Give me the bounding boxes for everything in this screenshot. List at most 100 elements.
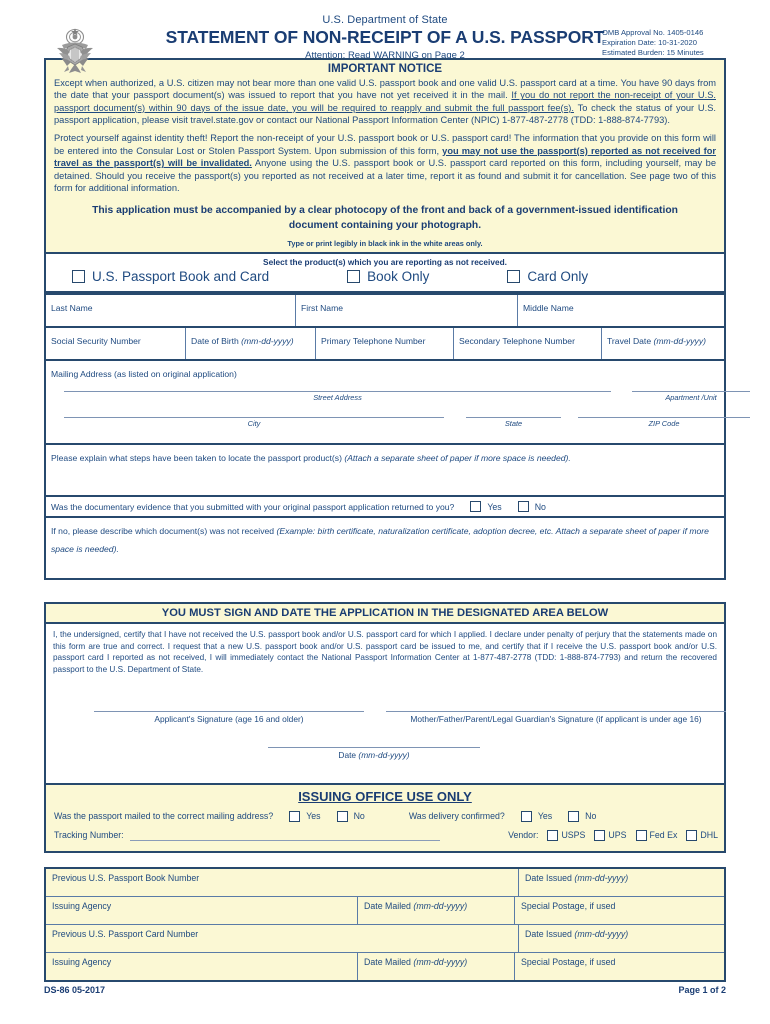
photocopy-line-1: This application must be accompanied by … bbox=[92, 205, 678, 217]
cell-book-special-postage[interactable]: Special Postage, if used bbox=[514, 896, 724, 924]
field-middle-name[interactable]: Middle Name bbox=[517, 295, 724, 327]
section-spacer-2 bbox=[0, 853, 770, 867]
omb-info-block: OMB Approval No. 1405-0146 Expiration Da… bbox=[602, 28, 762, 58]
vendor-option-ups[interactable]: UPS bbox=[594, 829, 627, 841]
checkbox-card-only[interactable] bbox=[507, 270, 521, 284]
us-department-of-state-seal-icon bbox=[52, 26, 98, 76]
tracking-number-label: Tracking Number: bbox=[54, 830, 124, 841]
cell-book-date-mailed[interactable]: Date Mailed (mm-dd-yyyy) bbox=[357, 896, 514, 924]
delivery-yes-option[interactable]: Yes bbox=[520, 810, 552, 822]
cell-label: Date Issued bbox=[525, 928, 575, 939]
delivery-no-option[interactable]: No bbox=[568, 810, 596, 822]
omb-approval-number: OMB Approval No. 1405-0146 bbox=[602, 28, 704, 37]
cell-previous-card-number[interactable]: Previous U.S. Passport Card Number bbox=[46, 925, 518, 952]
name-field-row: Last Name First Name Middle Name bbox=[46, 293, 724, 327]
field-label: Travel Date bbox=[607, 336, 654, 347]
evidence-yes-option[interactable]: Yes bbox=[470, 501, 502, 513]
field-travel-date[interactable]: Travel Date (mm-dd-yyyy) bbox=[601, 328, 724, 360]
cell-format-hint: (mm-dd-yyyy) bbox=[574, 928, 629, 939]
mailed-no-option[interactable]: No bbox=[336, 810, 365, 822]
issuing-office-box: ISSUING OFFICE USE ONLY Was the passport… bbox=[44, 784, 726, 853]
checkbox-mailed-no[interactable] bbox=[336, 810, 348, 822]
field-label: Primary Telephone Number bbox=[321, 336, 426, 347]
evidence-no-option[interactable]: No bbox=[517, 501, 546, 513]
checkbox-vendor-fedex[interactable] bbox=[635, 829, 647, 841]
date-caption: Date (mm-dd-yyyy) bbox=[268, 750, 480, 760]
checkbox-vendor-usps[interactable] bbox=[547, 829, 559, 841]
certification-statement: I, the undersigned, certify that I have … bbox=[53, 630, 717, 674]
applicant-signature-line[interactable] bbox=[94, 710, 364, 712]
field-steps-taken[interactable]: Please explain what steps have been take… bbox=[46, 443, 724, 495]
field-zip-code[interactable]: ZIP Code bbox=[578, 417, 750, 428]
field-social-security-number[interactable]: Social Security Number bbox=[46, 328, 185, 359]
omb-expiration-date: Expiration Date: 10-31-2020 bbox=[602, 38, 697, 48]
evidence-no-label: No bbox=[534, 501, 546, 512]
vendor-option-usps[interactable]: USPS bbox=[547, 829, 585, 841]
mailing-address-label: Mailing Address (as listed on original a… bbox=[51, 369, 237, 380]
field-label: Last Name bbox=[51, 303, 93, 314]
cell-book-date-issued[interactable]: Date Issued (mm-dd-yyyy) bbox=[518, 868, 724, 896]
passport-records-table: Previous U.S. Passport Book Number Date … bbox=[44, 866, 726, 982]
checkbox-evidence-no[interactable] bbox=[517, 501, 529, 513]
vendor-option-fedex[interactable]: Fed Ex bbox=[635, 829, 677, 841]
product-option-card-only[interactable]: Card Only bbox=[507, 269, 588, 284]
page-footer: DS-86 05-2017 Page 1 of 2 bbox=[44, 985, 726, 995]
applicant-signature-caption: Applicant's Signature (age 16 and older) bbox=[154, 713, 304, 724]
mailed-yes-option[interactable]: Yes bbox=[289, 810, 321, 822]
cell-label: Issuing Agency bbox=[52, 900, 112, 911]
applicant-fields-box: Last Name First Name Middle Name Social … bbox=[44, 293, 750, 581]
field-label: Date of Birth bbox=[191, 336, 242, 347]
apartment-rule bbox=[632, 391, 750, 393]
field-secondary-telephone[interactable]: Secondary Telephone Number bbox=[453, 328, 601, 360]
date-line[interactable] bbox=[268, 746, 480, 748]
cell-label: Date Mailed bbox=[364, 900, 414, 911]
table-row: Issuing Agency Date Mailed (mm-dd-yyyy) … bbox=[46, 895, 724, 925]
product-option-book-and-card[interactable]: U.S. Passport Book and Card bbox=[72, 269, 269, 284]
checkbox-book-only[interactable] bbox=[347, 270, 361, 284]
field-state[interactable]: State bbox=[466, 417, 561, 428]
cell-previous-book-number[interactable]: Previous U.S. Passport Book Number bbox=[46, 869, 518, 896]
department-name: U.S. Department of State bbox=[322, 14, 448, 26]
field-apartment-unit[interactable]: Apartment /Unit bbox=[632, 391, 750, 402]
cell-book-issuing-agency[interactable]: Issuing Agency bbox=[46, 897, 357, 924]
form-header: U.S. Department of State STATEMENT OF NO… bbox=[0, 0, 770, 73]
product-select-instruction: Select the product(s) which you are repo… bbox=[263, 257, 507, 268]
cell-card-date-issued[interactable]: Date Issued (mm-dd-yyyy) bbox=[518, 924, 724, 952]
checkbox-vendor-ups[interactable] bbox=[594, 829, 606, 841]
city-rule bbox=[64, 417, 444, 419]
cell-card-special-postage[interactable]: Special Postage, if used bbox=[514, 952, 724, 980]
documentary-evidence-question: Was the documentary evidence that you su… bbox=[51, 501, 455, 512]
mailed-yes-label: Yes bbox=[306, 811, 321, 822]
street-address-caption: Street Address bbox=[313, 393, 362, 403]
checkbox-vendor-dhl[interactable] bbox=[686, 829, 698, 841]
field-date-of-birth[interactable]: Date of Birth (mm-dd-yyyy) bbox=[185, 328, 315, 360]
field-last-name[interactable]: Last Name bbox=[46, 295, 295, 326]
mailing-address-confirmation-row: Was the passport mailed to the correct m… bbox=[46, 807, 724, 824]
page-number: Page 1 of 2 bbox=[678, 984, 726, 995]
field-missing-documents[interactable]: If no, please describe which document(s)… bbox=[46, 516, 724, 578]
cell-card-issuing-agency[interactable]: Issuing Agency bbox=[46, 953, 357, 980]
product-select-box: Select the product(s) which you are repo… bbox=[44, 254, 726, 294]
date-caption-text: Date bbox=[338, 749, 359, 760]
steps-taken-label: Please explain what steps have been take… bbox=[51, 453, 345, 464]
photocopy-line-2: document containing your photograph. bbox=[288, 219, 482, 231]
checkbox-mailed-yes[interactable] bbox=[289, 810, 301, 822]
product-option-book-only[interactable]: Book Only bbox=[347, 269, 429, 284]
checkbox-delivery-yes[interactable] bbox=[520, 810, 532, 822]
field-primary-telephone[interactable]: Primary Telephone Number bbox=[315, 328, 453, 360]
vendor-option-dhl[interactable]: DHL bbox=[686, 829, 718, 841]
cell-card-date-mailed[interactable]: Date Mailed (mm-dd-yyyy) bbox=[357, 952, 514, 980]
product-select-row: U.S. Passport Book and Card Book Only Ca… bbox=[46, 268, 724, 291]
table-row: Previous U.S. Passport Card Number Date … bbox=[46, 924, 724, 952]
field-city[interactable]: City bbox=[64, 417, 444, 428]
field-format-hint: (mm-dd-yyyy) bbox=[241, 336, 294, 347]
checkbox-book-and-card[interactable] bbox=[72, 270, 85, 284]
field-first-name[interactable]: First Name bbox=[295, 295, 517, 327]
checkbox-delivery-no[interactable] bbox=[568, 810, 580, 822]
guardian-signature-line[interactable] bbox=[386, 710, 726, 712]
tracking-number-input[interactable] bbox=[129, 830, 440, 841]
checkbox-evidence-yes[interactable] bbox=[470, 501, 482, 513]
photocopy-requirement-text: This application must be accompanied by … bbox=[46, 198, 724, 237]
cell-format-hint: (mm-dd-yyyy) bbox=[413, 900, 468, 911]
field-street-address[interactable]: Street Address bbox=[64, 391, 611, 402]
